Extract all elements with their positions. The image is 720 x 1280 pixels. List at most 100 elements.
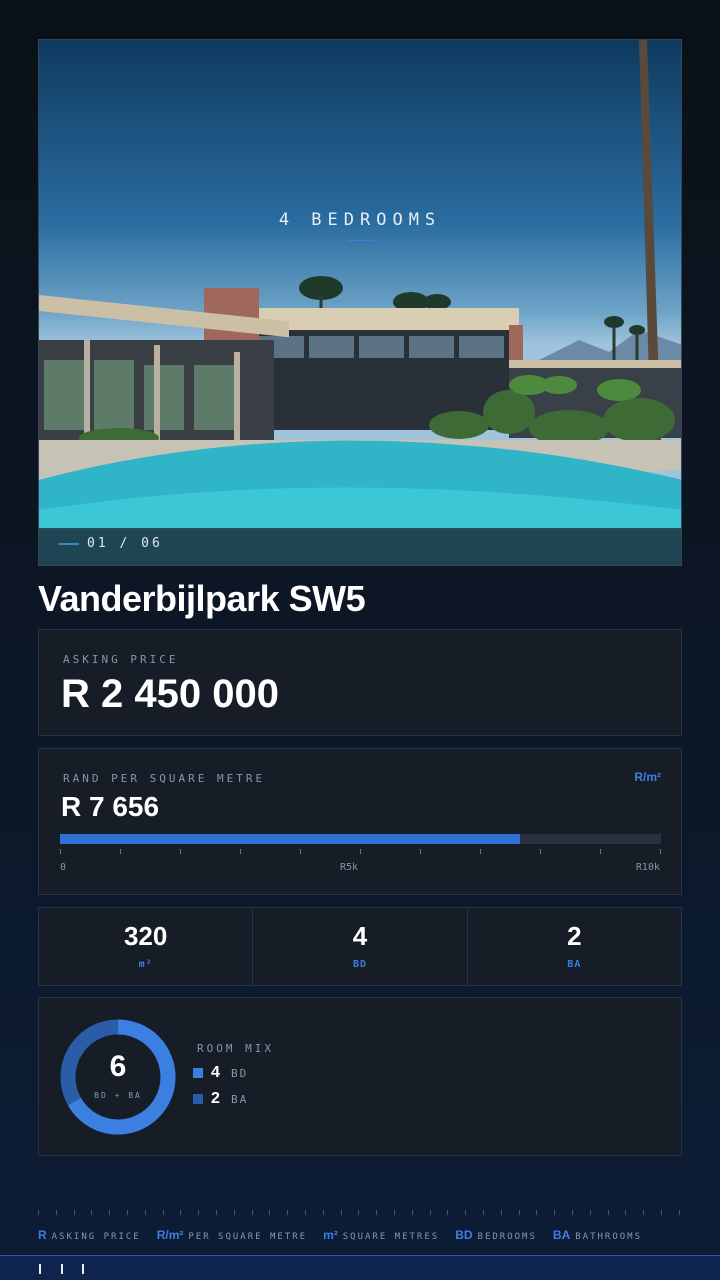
footer-tick bbox=[607, 1210, 609, 1215]
footer-tick bbox=[287, 1210, 289, 1215]
footer-tick bbox=[73, 1210, 75, 1215]
bedrooms-label: BD bbox=[231, 1066, 249, 1080]
footer-tick bbox=[678, 1210, 680, 1215]
stat-bathrooms: 2 BA bbox=[468, 908, 681, 985]
footer-tick bbox=[536, 1210, 538, 1215]
footer-tick bbox=[322, 1210, 324, 1215]
legend-key: m² bbox=[323, 1228, 338, 1242]
footer-tick bbox=[251, 1210, 253, 1215]
footer-tick bbox=[589, 1210, 591, 1215]
scale-max: R10k bbox=[635, 862, 660, 873]
stat-bathrooms-caption: BA bbox=[567, 959, 582, 970]
scale-tick bbox=[420, 849, 421, 854]
legend-text: BEDROOMS bbox=[477, 1232, 537, 1242]
legend-key: BD bbox=[455, 1228, 473, 1242]
stat-bedrooms: 4 BD bbox=[253, 908, 468, 985]
footer-tick bbox=[109, 1210, 111, 1215]
legend-key: R bbox=[38, 1228, 47, 1242]
rate-value: R 7 656 bbox=[61, 791, 160, 822]
footer-tick bbox=[643, 1210, 645, 1215]
rate-label: RAND PER SQUARE METRE bbox=[63, 772, 266, 785]
scale-tick bbox=[60, 849, 61, 854]
scale-mid: R5k bbox=[340, 862, 359, 873]
scale-tick bbox=[600, 849, 601, 854]
stat-area: 320 m² bbox=[39, 908, 254, 985]
donut-total: 6 bbox=[109, 1050, 127, 1083]
footer-tick bbox=[447, 1210, 449, 1215]
price-card: ASKING PRICE R 2 450 000 bbox=[38, 629, 682, 736]
footer-tick bbox=[91, 1210, 93, 1215]
scale-tick bbox=[480, 849, 481, 854]
bathrooms-label: BA bbox=[231, 1092, 249, 1106]
stat-bedrooms-value: 4 bbox=[352, 921, 368, 951]
stat-bedrooms-caption: BD bbox=[352, 959, 368, 970]
footer-tick bbox=[394, 1210, 395, 1215]
footer-tick bbox=[340, 1210, 342, 1215]
footer-tick bbox=[358, 1210, 360, 1215]
footer-tick bbox=[198, 1210, 200, 1215]
scale-tick bbox=[180, 849, 181, 854]
footer-tick bbox=[127, 1210, 128, 1215]
rate-scale-ticks bbox=[60, 849, 661, 855]
footer-tick bbox=[483, 1210, 484, 1215]
footer-tick bbox=[661, 1210, 662, 1215]
counter-dash bbox=[59, 542, 79, 545]
footer-tick bbox=[38, 1210, 39, 1215]
footer-tick bbox=[500, 1210, 502, 1215]
scale-tick bbox=[540, 849, 541, 854]
footer-tick bbox=[269, 1210, 271, 1215]
photo-counter: 01 / 06 bbox=[59, 536, 163, 551]
scale-tick bbox=[660, 849, 661, 854]
footer-tick bbox=[554, 1210, 556, 1215]
price-value: R 2 450 000 bbox=[61, 672, 279, 716]
footer-tick bbox=[376, 1210, 378, 1215]
rate-bar-fill bbox=[60, 834, 521, 844]
footer-tick bbox=[572, 1210, 573, 1215]
scale-tick bbox=[300, 849, 301, 854]
footer-tick bbox=[518, 1210, 520, 1215]
legend-item-price: R ASKING PRICE bbox=[38, 1228, 141, 1242]
bottom-bar bbox=[0, 1255, 720, 1280]
bottom-mark bbox=[39, 1264, 41, 1274]
scale-min: 0 bbox=[60, 862, 67, 873]
bathrooms-count: 2 bbox=[211, 1090, 220, 1107]
footer-legend: R ASKING PRICE R/m² PER SQUARE METRE m² … bbox=[38, 1228, 642, 1242]
stat-area-caption: m² bbox=[138, 959, 153, 970]
footer-tick bbox=[180, 1210, 182, 1215]
bathrooms-swatch bbox=[193, 1094, 203, 1104]
footer-tick bbox=[55, 1210, 57, 1215]
footer-tick bbox=[465, 1210, 467, 1215]
listing-address: Vanderbijlpark SW5 bbox=[38, 578, 366, 619]
stats-card: 320 m² 4 BD 2 BA bbox=[38, 907, 682, 986]
legend-item-area: m² SQUARE METRES bbox=[323, 1228, 439, 1242]
footer-tick bbox=[411, 1210, 413, 1215]
legend-text: SQUARE METRES bbox=[342, 1232, 440, 1242]
rate-unit: R/m² bbox=[634, 770, 661, 784]
scale-tick bbox=[240, 849, 241, 854]
legend-key: BA bbox=[552, 1228, 571, 1242]
footer-tick bbox=[162, 1210, 164, 1215]
donut-caption: BD + BA bbox=[94, 1091, 142, 1100]
footer-ticks bbox=[38, 1210, 682, 1216]
legend-text: PER SQUARE METRE bbox=[188, 1232, 308, 1242]
price-label: ASKING PRICE bbox=[63, 653, 179, 666]
stat-bathrooms-value: 2 bbox=[567, 921, 582, 951]
legend-text: BATHROOMS bbox=[575, 1232, 643, 1242]
legend-key: R/m² bbox=[156, 1228, 184, 1242]
legend-item-rate: R/m² PER SQUARE METRE bbox=[157, 1228, 307, 1242]
rate-bar-track bbox=[60, 834, 661, 844]
footer-tick bbox=[216, 1210, 217, 1215]
legend-item-bathrooms: BA BATHROOMS bbox=[553, 1228, 642, 1242]
hero-photo[interactable]: 4 BEDROOMS 01 / 06 bbox=[38, 39, 682, 566]
bedrooms-count: 4 bbox=[211, 1064, 220, 1081]
bottom-mark bbox=[61, 1264, 63, 1274]
scale-tick bbox=[120, 849, 121, 854]
footer-tick bbox=[625, 1210, 627, 1215]
bottom-mark bbox=[82, 1264, 84, 1274]
footer-tick bbox=[233, 1210, 235, 1215]
room-mix-bedrooms: 4 BD bbox=[193, 1064, 248, 1082]
footer-tick bbox=[305, 1210, 306, 1215]
scale-tick bbox=[360, 849, 361, 854]
legend-text: ASKING PRICE bbox=[51, 1232, 141, 1242]
bedrooms-swatch bbox=[193, 1068, 203, 1078]
